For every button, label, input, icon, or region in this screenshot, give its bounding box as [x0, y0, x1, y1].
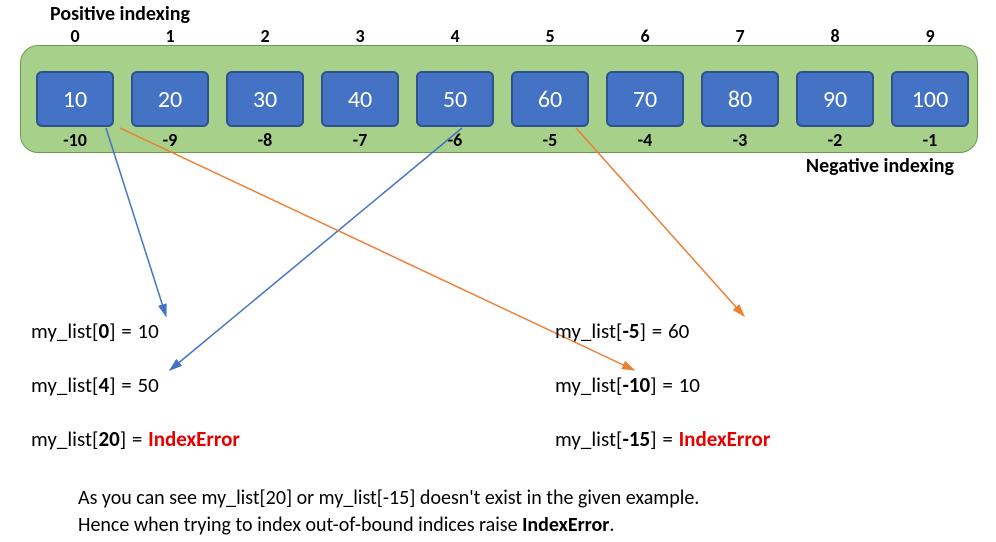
negative-index-label: -3 — [701, 129, 779, 151]
positive-index-label: 3 — [321, 25, 399, 47]
negative-index-label: -6 — [416, 129, 494, 151]
negative-indexing-title: Negative indexing — [806, 154, 954, 178]
array-value-cell: 10 — [36, 71, 114, 127]
array-value-cell: 100 — [891, 71, 969, 127]
positive-index-label: 1 — [131, 25, 209, 47]
array-value-cell: 60 — [511, 71, 589, 127]
arrow-pos0-to-ex0 — [106, 128, 166, 316]
positive-index-label: 0 — [36, 25, 114, 47]
negative-index-label: -5 — [511, 129, 589, 151]
arrow-neg10-to-ex-10 — [576, 128, 744, 316]
example-pos-4: my_list[4] = 50 — [31, 372, 159, 398]
positive-index-label: 4 — [416, 25, 494, 47]
positive-indexing-title: Positive indexing — [50, 2, 190, 26]
positive-index-label: 8 — [796, 25, 874, 47]
array-value-cell: 50 — [416, 71, 494, 127]
caption-text: As you can see my_list[20] or my_list[-1… — [78, 485, 699, 539]
array-value-cell: 80 — [701, 71, 779, 127]
example-neg-5: my_list[-5] = 60 — [555, 318, 689, 344]
positive-index-label: 9 — [891, 25, 969, 47]
negative-index-label: -7 — [321, 129, 399, 151]
example-neg-15: my_list[-15] = IndexError — [555, 426, 770, 452]
negative-index-label: -9 — [131, 129, 209, 151]
array-value-cell: 30 — [226, 71, 304, 127]
example-pos-0: my_list[0] = 10 — [31, 318, 159, 344]
negative-index-label: -4 — [606, 129, 684, 151]
positive-index-label: 6 — [606, 25, 684, 47]
array-value-cell: 40 — [321, 71, 399, 127]
positive-index-label: 7 — [701, 25, 779, 47]
negative-index-label: -2 — [796, 129, 874, 151]
positive-index-label: 5 — [511, 25, 589, 47]
positive-index-label: 2 — [226, 25, 304, 47]
example-neg-10: my_list[-10] = 10 — [555, 372, 700, 398]
array-value-cell: 90 — [796, 71, 874, 127]
example-pos-20: my_list[20] = IndexError — [31, 426, 240, 452]
negative-index-label: -1 — [891, 129, 969, 151]
arrow-pos4-to-ex4 — [170, 128, 462, 370]
negative-index-label: -8 — [226, 129, 304, 151]
array-value-cell: 20 — [131, 71, 209, 127]
negative-index-label: -10 — [36, 129, 114, 151]
array-value-cell: 70 — [606, 71, 684, 127]
